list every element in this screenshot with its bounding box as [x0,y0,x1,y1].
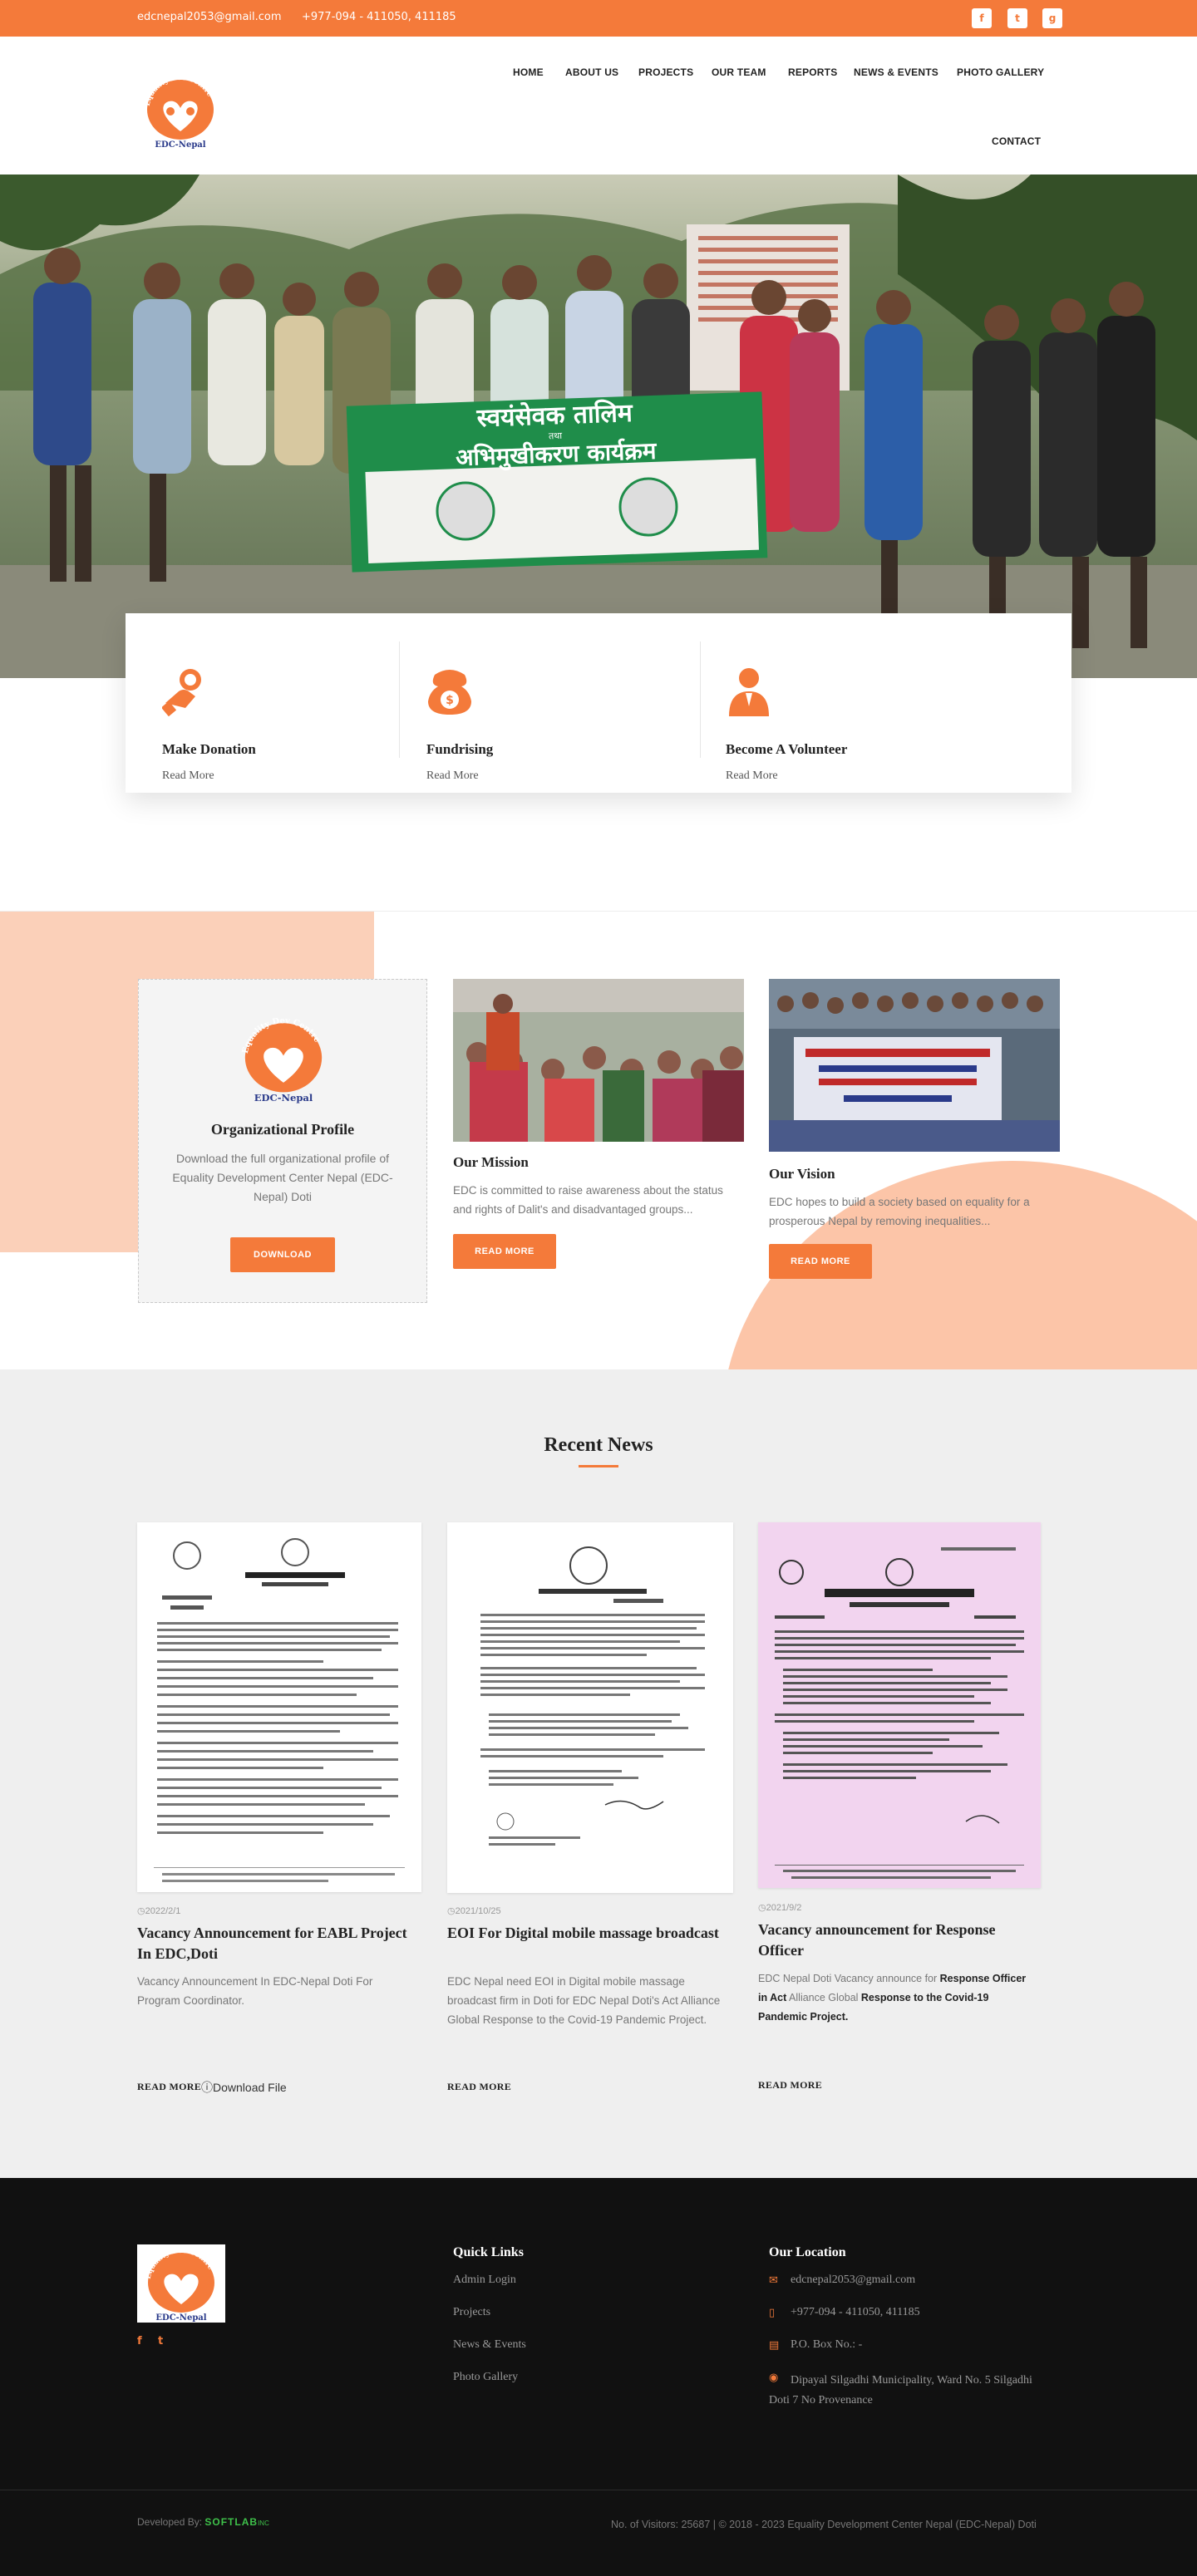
money-bag-icon: $ [428,670,471,715]
nav-news-events[interactable]: NEWS & EVENTS [854,66,938,78]
nav-about-us[interactable]: ABOUT US [565,66,618,78]
donation-card[interactable]: Make Donation Read More [126,642,400,782]
developer-credit: Developed By: SOFTLABINC [137,2516,269,2528]
news-date: ◷2021/10/25 [447,1906,501,1916]
hero-photo: स्वयंसेवक तालिम तथा अभिमुखीकरण कार्यक्रम [0,175,1197,678]
topbar-phone[interactable]: +977-094 - 411050, 411185 [302,11,456,23]
news-image-2[interactable] [447,1522,733,1893]
read-more-link[interactable]: Read More [426,769,479,783]
footer-link-news-events[interactable]: News & Events [453,2338,526,2352]
download-button[interactable]: DOWNLOAD [230,1237,335,1272]
topbar-email[interactable]: edcnepal2053@gmail.com [137,11,282,23]
footer-logo-box[interactable]: Equality Dev Centre EDC-Nepal [137,2244,225,2323]
read-more-link-2[interactable]: READ MORE [447,2081,511,2093]
card-title: Become A Volunteer [726,741,848,757]
action-cards: Make Donation Read More $ Fundrising Rea… [126,613,1071,793]
site-logo[interactable]: Equality Dev Centre EDC-Nepal [137,71,224,150]
footer-link-admin-login[interactable]: Admin Login [453,2274,516,2287]
footer-phone[interactable]: +977-094 - 411050, 411185 [791,2306,920,2319]
download-icon: ⓘ [201,2081,213,2094]
vision-read-more-button[interactable]: READ MORE [769,1244,872,1279]
profile-text: Download the full organizational profile… [172,1152,393,1203]
mission-text: EDC is committed to raise awareness abou… [453,1184,723,1216]
footer-email[interactable]: edcnepal2053@gmail.com [791,2274,915,2287]
news-image-1[interactable] [137,1522,421,1892]
news-image-3[interactable] [758,1522,1041,1888]
hand-coin-icon [162,669,201,716]
divider [399,642,400,758]
footer-twitter-icon[interactable]: t [158,2335,163,2347]
svg-text:EDC-Nepal: EDC-Nepal [155,2313,206,2323]
mail-icon: ✉ [769,2274,778,2287]
news-title-2[interactable]: EOI For Digital mobile massage broadcast [447,1923,722,1944]
fundraising-card[interactable]: $ Fundrising Read More [426,642,701,782]
news-title-3[interactable]: Vacancy announcement for Response Office… [758,1920,1041,1961]
mission-read-more-button[interactable]: READ MORE [453,1234,556,1269]
mission-title: Our Mission [453,1154,529,1170]
read-more-link-3[interactable]: READ MORE [758,2079,822,2092]
news-excerpt-3: EDC Nepal Doti Vacancy announce for Resp… [758,1973,1027,2023]
nav-reports[interactable]: REPORTS [788,66,837,78]
volunteer-card[interactable]: Become A Volunteer Read More [726,642,1000,782]
vision-text: EDC hopes to build a society based on eq… [769,1196,1030,1227]
svg-text:EDC-Nepal: EDC-Nepal [254,1092,313,1104]
footer-pobox: P.O. Box No.: - [791,2338,863,2351]
nav-projects[interactable]: PROJECTS [638,66,693,78]
footer-link-projects[interactable]: Projects [453,2306,490,2319]
vision-photo [769,979,1060,1152]
news-title-1[interactable]: Vacancy Announcement for EABL Project In… [137,1923,411,1964]
phone-icon: ▯ [769,2307,776,2319]
footer-link-photo-gallery[interactable]: Photo Gallery [453,2371,518,2384]
footer-facebook-icon[interactable]: f [137,2335,142,2347]
quick-links-title: Quick Links [453,2245,524,2259]
person-icon [729,668,769,716]
profile-logo: Equality Dev Centre EDC-Nepal [241,1016,323,1104]
logo-text: EDC-Nepal [155,140,205,150]
news-excerpt-1: Vacancy Announcement In EDC-Nepal Doti F… [137,1975,373,2007]
location-title: Our Location [769,2245,846,2259]
card-title: Fundrising [426,741,494,757]
read-more-link[interactable]: Read More [726,769,778,783]
mission-photo [453,979,744,1142]
download-file-link[interactable]: ⓘDownload File [201,2079,287,2096]
footer-address: Dipayal Silgadhi Municipality, Ward No. … [769,2374,1032,2406]
svg-text:$: $ [446,694,454,707]
profile-title: Organizational Profile [210,1121,355,1138]
profile-card: Equality Dev Centre EDC-Nepal Organizati… [138,979,427,1303]
nav-our-team[interactable]: OUR TEAM [712,66,766,78]
facebook-icon[interactable]: f [972,8,992,28]
heading-underline [579,1465,618,1467]
footer-logo: Equality Dev Centre EDC-Nepal [145,2247,215,2323]
news-heading: Recent News [544,1434,653,1456]
twitter-icon[interactable]: t [1007,8,1027,28]
softlab-link[interactable]: SOFTLAB [204,2516,258,2528]
nav-photo-gallery[interactable]: PHOTO GALLERY [957,66,1044,78]
copyright-text: No. of Visitors: 25687 | © 2018 - 2023 E… [611,2519,1037,2530]
vision-title: Our Vision [769,1166,835,1182]
nav-contact[interactable]: CONTACT [992,135,1041,147]
read-more-link[interactable]: Read More [162,769,214,783]
divider [700,642,701,758]
top-bar: edcnepal2053@gmail.com +977-094 - 411050… [0,0,1197,37]
news-excerpt-2: EDC Nepal need EOI in Digital mobile mas… [447,1975,721,2026]
read-more-link-1[interactable]: READ MORE [137,2081,201,2093]
banner-line-1: स्वयंसेवक तालिम [475,398,633,434]
news-date: ◷2021/9/2 [758,1903,802,1913]
google-plus-icon[interactable]: g [1042,8,1062,28]
pobox-icon: ▤ [769,2339,780,2352]
card-title: Make Donation [162,741,256,757]
news-date: ◷2022/2/1 [137,1906,181,1916]
nav-home[interactable]: HOME [513,66,544,78]
